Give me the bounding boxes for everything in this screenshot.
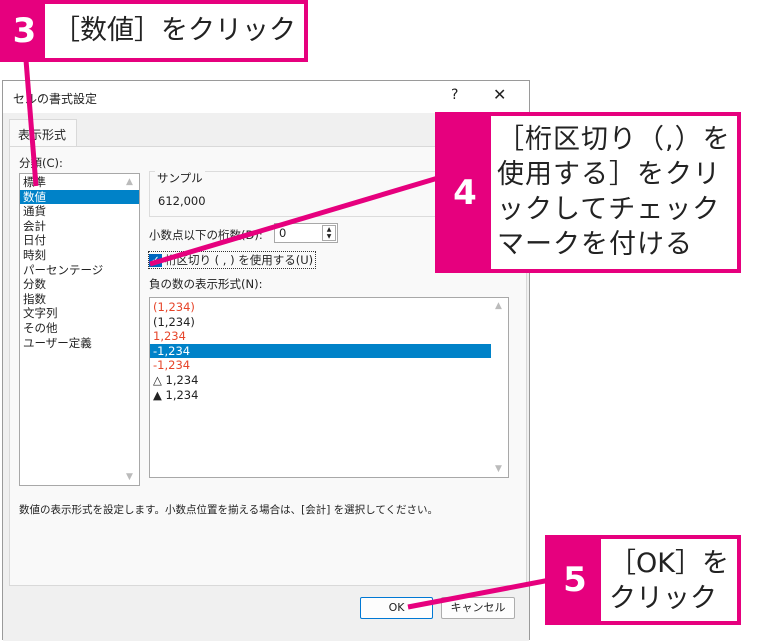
callout-text: ［数値］をクリック [53,15,296,46]
step-number: 3 [4,4,45,58]
callout-3: 3 ［数値］をクリック [0,0,308,62]
callout-text: ［OK］をクリック [609,548,729,614]
callout-4-line [149,175,439,267]
callout-5-line [407,577,551,610]
callout-4: 4 ［桁区切り（,）を使用する］をクリックしてチェックマークを付ける [435,112,741,273]
step-number: 4 [439,116,491,269]
callout-5: 5 ［OK］をクリック [545,535,741,625]
callout-3-line [23,59,39,187]
step-number: 5 [549,539,601,621]
callout-text: ［桁区切り（,）を使用する］をクリックしてチェックマークを付ける [497,124,731,260]
